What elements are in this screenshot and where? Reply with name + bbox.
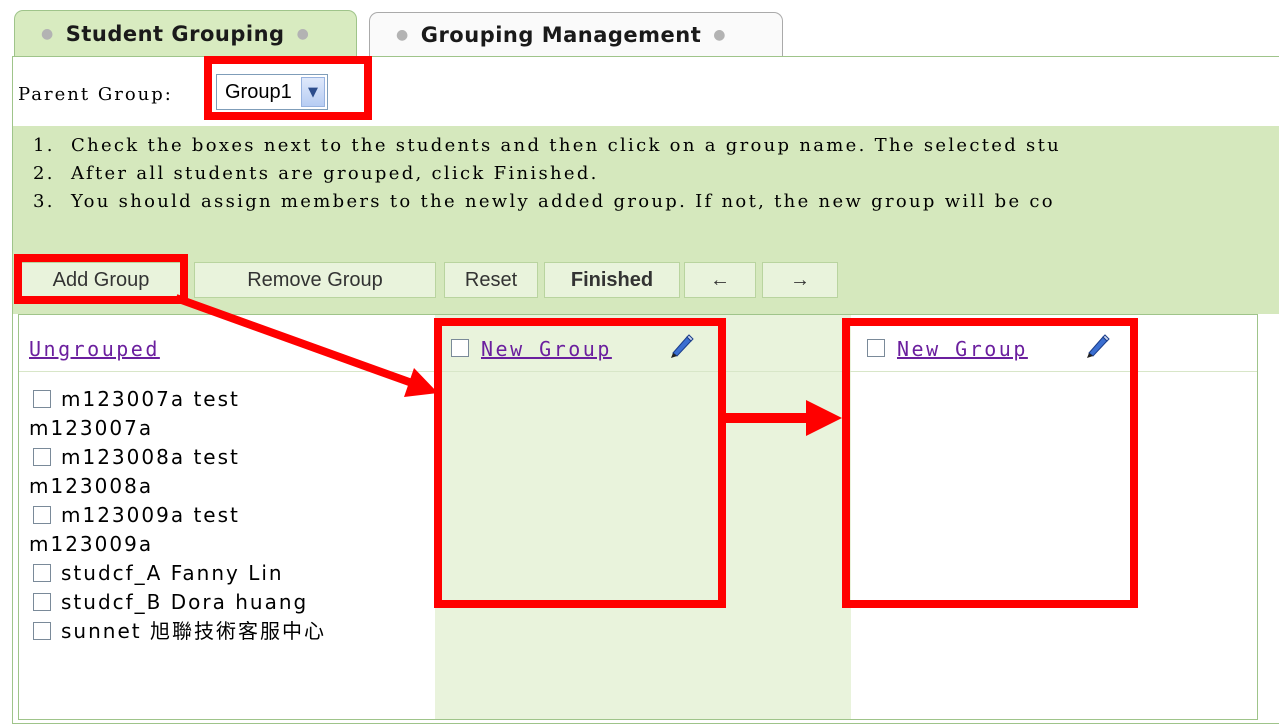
instruction-text: You should assign members to the newly a… xyxy=(71,191,1055,212)
annotation-box-add-group xyxy=(14,254,188,304)
student-name: test xyxy=(193,503,240,527)
instruction-number: 1. xyxy=(33,135,55,156)
student-name: 旭聯技術客服中心 xyxy=(149,619,326,643)
student-checkbox[interactable] xyxy=(33,621,51,640)
student-checkbox[interactable] xyxy=(33,389,51,408)
student-item: studcf_B Dora huang xyxy=(29,588,326,617)
instruction-number: 3. xyxy=(33,191,55,212)
tab-bullet-icon: ● xyxy=(713,26,727,43)
student-item: m123007a test xyxy=(29,385,326,414)
student-checkbox[interactable] xyxy=(33,505,51,524)
instruction-item: 2. After all students are grouped, click … xyxy=(33,160,1061,188)
move-left-button[interactable]: ← xyxy=(684,262,756,298)
student-name: Fanny Lin xyxy=(170,561,284,585)
annotation-box-group-2 xyxy=(842,318,1138,608)
student-id: m123008a xyxy=(61,445,186,469)
ungrouped-link[interactable]: Ungrouped xyxy=(29,337,160,361)
tab-label: Student Grouping xyxy=(65,21,285,46)
student-id: sunnet xyxy=(61,619,142,643)
remove-group-button[interactable]: Remove Group xyxy=(194,262,436,298)
student-name: test xyxy=(193,387,240,411)
student-checkbox[interactable] xyxy=(33,592,51,611)
student-item-wrap: m123008a xyxy=(29,474,154,498)
instruction-item: 3. You should assign members to the newly… xyxy=(33,188,1061,216)
instruction-item: 1. Check the boxes next to the students a… xyxy=(33,132,1061,160)
ungrouped-column: Ungrouped m123007a test m123007a m123008… xyxy=(19,315,435,719)
student-name: test xyxy=(193,445,240,469)
student-item: m123008a test xyxy=(29,443,326,472)
student-id: studcf_A xyxy=(61,561,163,585)
column-header: Ungrouped xyxy=(19,315,435,372)
annotation-box-group-1 xyxy=(434,318,726,608)
student-name: Dora huang xyxy=(170,590,309,614)
instruction-text: Check the boxes next to the students and… xyxy=(71,135,1062,156)
student-item: sunnet 旭聯技術客服中心 xyxy=(29,617,326,646)
tab-bullet-icon: ● xyxy=(396,26,409,43)
annotation-box-parent-group xyxy=(204,56,372,120)
student-item: studcf_A Fanny Lin xyxy=(29,559,326,588)
student-list: m123007a test m123007a m123008a test m12… xyxy=(29,385,326,646)
tab-grouping-management[interactable]: ● Grouping Management ● xyxy=(369,12,783,56)
student-item: m123009a test xyxy=(29,501,326,530)
student-item-wrap: m123009a xyxy=(29,532,154,556)
parent-group-row: Parent Group: xyxy=(18,72,173,116)
tab-label: Grouping Management xyxy=(420,22,702,47)
student-checkbox[interactable] xyxy=(33,563,51,582)
tab-bullet-icon: ● xyxy=(296,25,310,42)
student-id: m123007a xyxy=(61,387,186,411)
tab-bullet-icon: ● xyxy=(41,25,54,42)
student-id: studcf_B xyxy=(61,590,163,614)
instruction-text: After all students are grouped, click Fi… xyxy=(71,163,599,184)
instruction-number: 2. xyxy=(33,163,55,184)
student-item-wrap: m123007a xyxy=(29,416,154,440)
student-id: m123009a xyxy=(61,503,186,527)
move-right-button[interactable]: → xyxy=(762,262,838,298)
tab-student-grouping[interactable]: ● Student Grouping ● xyxy=(14,10,357,56)
parent-group-label: Parent Group: xyxy=(18,83,173,105)
student-checkbox[interactable] xyxy=(33,447,51,466)
reset-button[interactable]: Reset xyxy=(444,262,538,298)
finished-button[interactable]: Finished xyxy=(544,262,680,298)
instructions-list: 1. Check the boxes next to the students a… xyxy=(33,132,1061,216)
